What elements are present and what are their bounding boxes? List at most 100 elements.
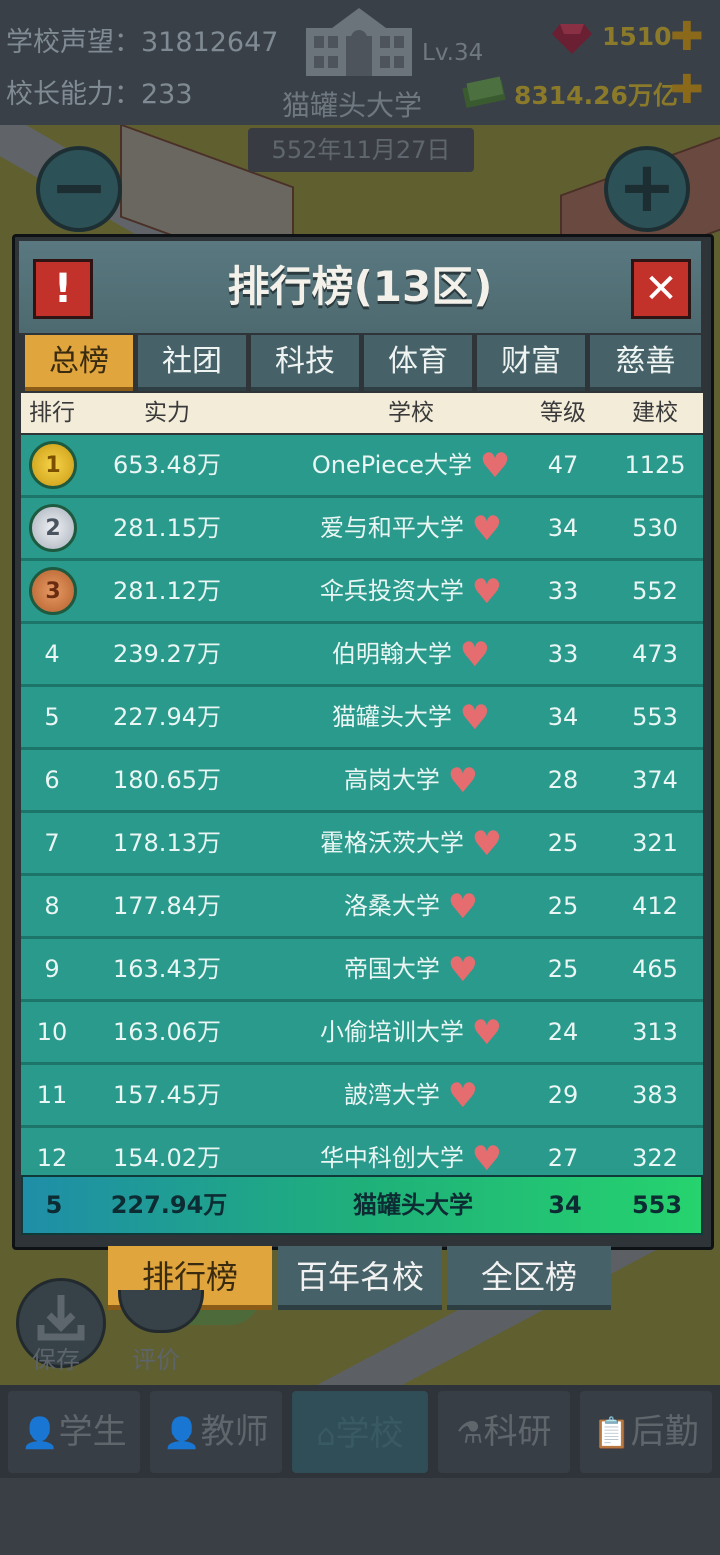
tab-wealth[interactable]: 财富 xyxy=(477,335,585,391)
level-value: 29 xyxy=(547,1081,579,1109)
level-value: 25 xyxy=(547,892,579,920)
nav-teachers[interactable]: 👤教师 xyxy=(150,1391,282,1473)
table-row[interactable]: 10 163.06万 小偷培训大学 ♥ 24 313 xyxy=(21,1002,703,1065)
gem-count: 1510 xyxy=(602,22,672,51)
level-value: 33 xyxy=(547,577,579,605)
money-amount: 8314.26万亿 xyxy=(514,81,678,110)
nav-school[interactable]: ⌂学校 xyxy=(292,1391,428,1473)
founded-value: 383 xyxy=(632,1081,678,1109)
founded-value: 530 xyxy=(632,514,678,542)
school-name: 猫罐头大学 xyxy=(282,89,423,122)
table-row[interactable]: 9 163.43万 帝国大学 ♥ 25 465 xyxy=(21,939,703,1002)
close-icon: ✕ xyxy=(644,266,678,312)
tab-tech[interactable]: 科技 xyxy=(251,335,359,391)
rank-number: 3 xyxy=(45,579,61,604)
system-gesture-area xyxy=(0,1478,720,1555)
level-value: 33 xyxy=(547,640,579,668)
tab-total[interactable]: 总榜 xyxy=(25,335,133,391)
table-row[interactable]: 2 281.15万 爱与和平大学 ♥ 34 530 xyxy=(21,498,703,561)
nav-logistics[interactable]: 📋后勤 xyxy=(580,1391,712,1473)
table-row[interactable]: 3 281.12万 伞兵投资大学 ♥ 33 552 xyxy=(21,561,703,624)
school-name: 霍格沃茨大学 xyxy=(319,829,464,857)
my-school-row: 5 227.94万 猫罐头大学 34 553 xyxy=(21,1175,703,1235)
table-row[interactable]: 5 227.94万 猫罐头大学 ♥ 34 553 xyxy=(21,687,703,750)
power-value: 178.13万 xyxy=(113,829,221,857)
heart-icon[interactable]: ♥ xyxy=(480,446,510,486)
table-row[interactable]: 6 180.65万 高岗大学 ♥ 28 374 xyxy=(21,750,703,813)
all-region-tab[interactable]: 全区榜 xyxy=(447,1246,611,1310)
rank-medal-icon: 3 xyxy=(29,567,77,615)
heart-icon[interactable]: ♥ xyxy=(472,824,502,864)
gem-icon xyxy=(552,22,592,58)
heart-icon[interactable]: ♥ xyxy=(448,950,478,990)
school-name: 猫罐头大学 xyxy=(331,703,452,731)
heart-icon[interactable]: ♥ xyxy=(472,1013,502,1053)
rank-medal-icon: 1 xyxy=(29,441,77,489)
col-rank: 排行 xyxy=(29,400,75,426)
tab-charity[interactable]: 慈善 xyxy=(590,335,701,391)
student-icon: 👤 xyxy=(21,1416,59,1451)
heart-icon[interactable]: ♥ xyxy=(448,761,478,801)
table-header: 排行 实力 学校 等级 建校 xyxy=(21,393,703,433)
my-rank: 5 xyxy=(45,1191,63,1219)
table-row[interactable]: 11 157.45万 詖湾大学 ♥ 29 383 xyxy=(21,1065,703,1128)
heart-icon[interactable]: ♥ xyxy=(448,1076,478,1116)
reputation-label: 学校声望： xyxy=(6,27,141,58)
heart-icon[interactable]: ♥ xyxy=(472,1139,502,1179)
table-row[interactable]: 1 653.48万 OnePiece大学 ♥ 47 1125 xyxy=(21,435,703,498)
heart-icon[interactable]: ♥ xyxy=(472,509,502,549)
close-button[interactable]: ✕ xyxy=(631,259,691,319)
top-status-bar: 学校声望：31812647 校长能力：233 Lv.34 猫罐头大学 1510 … xyxy=(0,0,720,125)
level-value: 34 xyxy=(547,514,579,542)
nav-research[interactable]: ⚗科研 xyxy=(438,1391,570,1473)
power-value: 157.45万 xyxy=(113,1081,221,1109)
ability-value: 233 xyxy=(141,79,193,110)
tab-sports[interactable]: 体育 xyxy=(364,335,472,391)
zoom-out-button[interactable]: − xyxy=(36,146,122,232)
century-school-tab[interactable]: 百年名校 xyxy=(278,1246,442,1310)
heart-icon[interactable]: ♥ xyxy=(460,635,490,675)
founded-value: 465 xyxy=(632,955,678,983)
nav-teachers-label: 教师 xyxy=(200,1412,269,1452)
table-row[interactable]: 7 178.13万 霍格沃茨大学 ♥ 25 321 xyxy=(21,813,703,876)
category-tabs: 总榜 社团 科技 体育 财富 慈善 xyxy=(25,335,701,391)
nav-students[interactable]: 👤学生 xyxy=(8,1391,140,1473)
level-value: 34 xyxy=(547,703,579,731)
rank-number: 11 xyxy=(36,1081,68,1109)
add-money-button[interactable]: ✚ xyxy=(670,70,704,110)
school-name: 爱与和平大学 xyxy=(319,514,464,542)
level-value: 25 xyxy=(547,829,579,857)
heart-icon[interactable]: ♥ xyxy=(448,887,478,927)
power-value: 163.06万 xyxy=(113,1018,221,1046)
game-date: 552年11月27日 xyxy=(248,128,474,172)
table-row[interactable]: 4 239.27万 伯明翰大学 ♥ 33 473 xyxy=(21,624,703,687)
school-icon: ⌂ xyxy=(316,1418,336,1453)
school-name: OnePiece大学 xyxy=(311,451,473,479)
zoom-in-button[interactable]: + xyxy=(604,146,690,232)
power-value: 180.65万 xyxy=(113,766,221,794)
tab-club[interactable]: 社团 xyxy=(138,335,246,391)
exclamation-icon: ! xyxy=(53,266,73,312)
founded-value: 412 xyxy=(632,892,678,920)
table-row[interactable]: 8 177.84万 洛桑大学 ♥ 25 412 xyxy=(21,876,703,939)
school-name: 小偷培训大学 xyxy=(319,1018,464,1046)
power-value: 227.94万 xyxy=(113,703,221,731)
heart-icon[interactable]: ♥ xyxy=(460,698,490,738)
teacher-icon: 👤 xyxy=(163,1416,201,1451)
school-level: Lv.34 xyxy=(422,40,484,66)
founded-value: 473 xyxy=(632,640,678,668)
rank-number: 6 xyxy=(44,766,60,794)
col-power: 实力 xyxy=(144,400,190,426)
heart-icon[interactable]: ♥ xyxy=(472,572,502,612)
founded-value: 1125 xyxy=(624,451,686,479)
dialog-title: 排行榜(13区) xyxy=(227,262,493,311)
power-value: 163.43万 xyxy=(113,955,221,983)
info-button[interactable]: ! xyxy=(33,259,93,319)
nav-logistics-label: 后勤 xyxy=(630,1412,699,1452)
school-name: 伯明翰大学 xyxy=(331,640,452,668)
add-gems-button[interactable]: ✚ xyxy=(670,17,704,57)
nav-research-label: 科研 xyxy=(483,1412,552,1452)
reputation-value: 31812647 xyxy=(141,27,279,58)
founded-value: 374 xyxy=(632,766,678,794)
school-name: 高岗大学 xyxy=(343,766,440,794)
